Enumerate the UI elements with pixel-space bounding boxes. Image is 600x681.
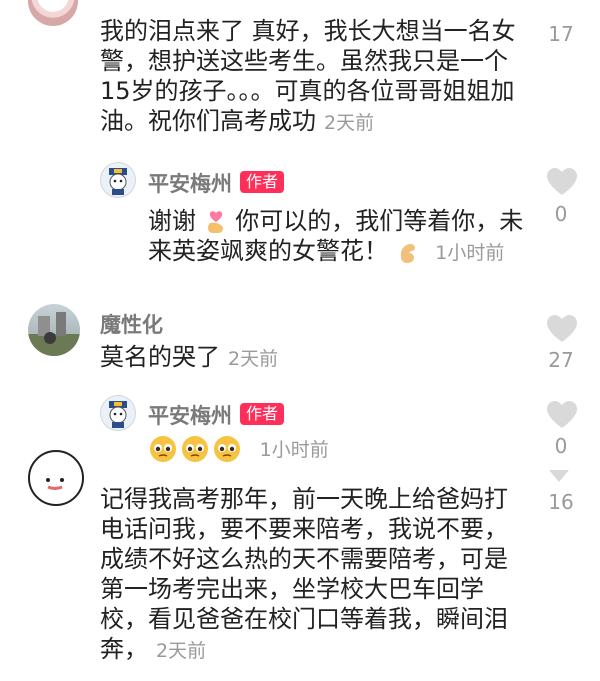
reply-text: 1小时前 (148, 433, 528, 465)
comment-body: 莫名的哭了 (100, 343, 220, 371)
comment-list: 我的泪点来了 真好，我长大想当一名女警，想护送这些考生。虽然我只是一个15岁的孩… (0, 0, 600, 681)
like-count: 0 (554, 434, 568, 458)
like-count: 27 (548, 348, 574, 372)
comment-body: 记得我高考那年，前一天晚上给爸妈打电话问我，要不要来陪考，我说不要，成绩不好这么… (100, 485, 508, 663)
collapse-triangle-icon[interactable] (549, 470, 569, 482)
muscle-icon (400, 244, 415, 263)
author-name[interactable]: 平安梅州 (148, 168, 232, 198)
comment-body: 我的泪点来了 真好，我长大想当一名女警，想护送这些考生。虽然我只是一个15岁的孩… (100, 17, 516, 135)
user-avatar[interactable] (28, 304, 80, 356)
reply-time: 1小时前 (259, 439, 329, 461)
police-mascot-icon (109, 401, 127, 428)
author-badge: 作者 (240, 403, 285, 425)
comment-time: 2天前 (324, 112, 375, 134)
like-count: 0 (554, 202, 568, 226)
like-heart-icon[interactable] (545, 314, 579, 344)
user-avatar[interactable] (28, 0, 78, 26)
profile-photo-icon (28, 312, 80, 356)
user-avatar[interactable] (28, 450, 84, 506)
comment-time: 2天前 (156, 640, 207, 662)
author-badge: 作者 (240, 171, 285, 193)
smiley-avatar-icon (46, 478, 64, 490)
author-avatar[interactable] (100, 395, 136, 431)
like-count: 17 (548, 22, 574, 46)
like-count: 16 (548, 490, 574, 514)
like-heart-icon[interactable] (545, 400, 579, 430)
user-name[interactable]: 魔性化 (100, 309, 163, 339)
finger-heart-icon (207, 211, 223, 233)
author-name[interactable]: 平安梅州 (148, 400, 232, 430)
like-heart-icon[interactable] (545, 167, 579, 197)
comment-time: 2天前 (228, 348, 279, 370)
reply-text-a: 谢谢 (148, 207, 196, 235)
author-avatar[interactable] (100, 162, 136, 198)
reply-text: 谢谢 你可以的，我们等着你，未来英姿飒爽的女警花！ 1小时前 (148, 206, 528, 268)
police-mascot-icon (109, 168, 127, 195)
reply-time: 1小时前 (435, 242, 505, 264)
comment-text: 莫名的哭了 2天前 (100, 342, 520, 374)
pleading-face-icon (150, 436, 240, 462)
comment-text: 我的泪点来了 真好，我长大想当一名女警，想护送这些考生。虽然我只是一个15岁的孩… (100, 16, 520, 138)
comment-text: 记得我高考那年，前一天晚上给爸妈打电话问我，要不要来陪考，我说不要，成绩不好这么… (100, 484, 520, 666)
